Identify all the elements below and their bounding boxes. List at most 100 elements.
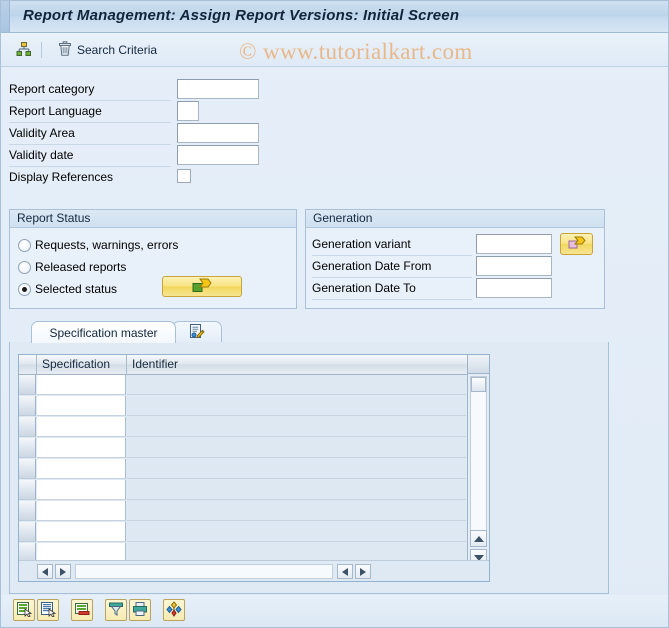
- row-selector[interactable]: [19, 522, 36, 542]
- green-arrow-icon: [192, 278, 212, 296]
- display-references-checkbox[interactable]: [177, 169, 191, 183]
- radio-released-reports[interactable]: Released reports: [18, 258, 126, 276]
- title-bar: Report Management: Assign Report Version…: [1, 1, 668, 33]
- grid-column-header-identifier[interactable]: Identifier: [127, 355, 466, 374]
- copy-row-button[interactable]: [37, 599, 59, 621]
- display-references-label: Display References: [9, 170, 114, 184]
- row-selector[interactable]: [19, 417, 36, 437]
- cell-identifier[interactable]: [127, 438, 466, 458]
- tab-specification-master[interactable]: Specification master: [31, 321, 176, 343]
- tab-strip: Specification master: [9, 321, 609, 343]
- grid-select-all-header[interactable]: [19, 355, 37, 374]
- report-status-title: Report Status: [10, 210, 296, 228]
- copy-row-icon: [40, 601, 57, 620]
- tab-page-specification-master: Specification Identifier: [9, 342, 609, 594]
- cell-specification[interactable]: [37, 522, 126, 542]
- hierarchy-icon: [16, 41, 32, 60]
- search-criteria-form: Report category Report Language Validity…: [1, 75, 668, 203]
- cell-identifier[interactable]: [127, 522, 466, 542]
- cell-identifier[interactable]: [127, 480, 466, 500]
- row-selector[interactable]: [19, 438, 36, 458]
- cell-identifier[interactable]: [127, 375, 466, 395]
- table-row[interactable]: [19, 501, 489, 522]
- vertical-scroll-thumb[interactable]: [471, 377, 486, 392]
- cell-specification[interactable]: [37, 396, 126, 416]
- generation-group: Generation Generation variant Generation…: [305, 209, 605, 309]
- radio-requests-warnings-errors[interactable]: Requests, warnings, errors: [18, 236, 178, 254]
- scroll-right-button[interactable]: [55, 564, 71, 579]
- radio-selected-status[interactable]: Selected status: [18, 280, 117, 298]
- filter-button[interactable]: [105, 599, 127, 621]
- selected-status-button[interactable]: [162, 276, 242, 297]
- chevron-up-icon: [473, 535, 484, 542]
- row-selector[interactable]: [19, 396, 36, 416]
- specification-grid: Specification Identifier: [18, 354, 490, 582]
- scrollbar-corner: [468, 355, 489, 374]
- scroll-left-button[interactable]: [37, 564, 53, 579]
- search-criteria-button[interactable]: Search Criteria: [53, 38, 162, 62]
- grid-header-row: Specification Identifier: [19, 355, 489, 375]
- cell-specification[interactable]: [37, 459, 126, 479]
- pink-arrow-icon: [568, 236, 586, 253]
- report-language-input[interactable]: [177, 101, 199, 121]
- field-row-generation-date-to: Generation Date To: [312, 278, 602, 300]
- cell-identifier[interactable]: [127, 396, 466, 416]
- generation-date-from-input[interactable]: [476, 256, 552, 276]
- cell-specification[interactable]: [37, 417, 126, 437]
- generation-date-to-input[interactable]: [476, 278, 552, 298]
- scroll-left-button-end[interactable]: [337, 564, 353, 579]
- print-button[interactable]: [129, 599, 151, 621]
- row-selector[interactable]: [19, 480, 36, 500]
- row-selector[interactable]: [19, 375, 36, 395]
- table-row[interactable]: [19, 459, 489, 480]
- table-row[interactable]: [19, 375, 489, 396]
- cell-specification[interactable]: [37, 438, 126, 458]
- sap-window: Report Management: Assign Report Version…: [0, 0, 669, 628]
- hierarchy-button[interactable]: [11, 38, 42, 62]
- generation-variant-select-button[interactable]: [560, 233, 593, 255]
- field-row-generation-date-from: Generation Date From: [312, 256, 602, 278]
- application-toolbar: Search Criteria: [1, 33, 668, 67]
- grid-horizontal-scrollbar[interactable]: [19, 560, 489, 581]
- scroll-up-button[interactable]: [470, 530, 487, 547]
- cell-identifier[interactable]: [127, 417, 466, 437]
- report-category-input[interactable]: [177, 79, 259, 99]
- tab-edit-document[interactable]: [172, 321, 222, 343]
- generation-variant-label: Generation variant: [312, 237, 472, 256]
- cell-specification[interactable]: [37, 375, 126, 395]
- filter-icon: [108, 601, 124, 620]
- generation-variant-input[interactable]: [476, 234, 552, 254]
- cell-specification[interactable]: [37, 501, 126, 521]
- cell-identifier[interactable]: [127, 501, 466, 521]
- sort-color-button[interactable]: [163, 599, 185, 621]
- scroll-right-button-end[interactable]: [355, 564, 371, 579]
- sort-color-icon: [166, 600, 182, 620]
- horizontal-scroll-track[interactable]: [75, 564, 333, 579]
- edit-document-icon: [189, 323, 205, 342]
- table-row[interactable]: [19, 438, 489, 459]
- row-selector[interactable]: [19, 501, 36, 521]
- grid-column-header-specification[interactable]: Specification: [37, 355, 127, 374]
- field-row-generation-variant: Generation variant: [312, 233, 602, 256]
- validity-area-label: Validity Area: [9, 126, 171, 145]
- cell-specification[interactable]: [37, 480, 126, 500]
- generation-date-from-label: Generation Date From: [312, 259, 472, 278]
- table-row[interactable]: [19, 396, 489, 417]
- delete-row-button[interactable]: [71, 599, 93, 621]
- validity-date-input[interactable]: [177, 145, 259, 165]
- table-row[interactable]: [19, 522, 489, 543]
- grid-vertical-scrollbar[interactable]: [467, 355, 489, 581]
- field-row-report-category: Report category: [9, 79, 259, 101]
- report-language-label: Report Language: [9, 104, 171, 123]
- field-row-report-language: Report Language: [9, 101, 259, 123]
- field-row-validity-area: Validity Area: [9, 123, 259, 145]
- table-row[interactable]: [19, 480, 489, 501]
- cell-identifier[interactable]: [127, 459, 466, 479]
- toolbar-separator: [41, 42, 42, 58]
- row-selector[interactable]: [19, 459, 36, 479]
- insert-row-button[interactable]: [13, 599, 35, 621]
- table-row[interactable]: [19, 417, 489, 438]
- validity-area-input[interactable]: [177, 123, 259, 143]
- vertical-scroll-track[interactable]: [470, 376, 487, 546]
- insert-row-icon: [16, 601, 33, 620]
